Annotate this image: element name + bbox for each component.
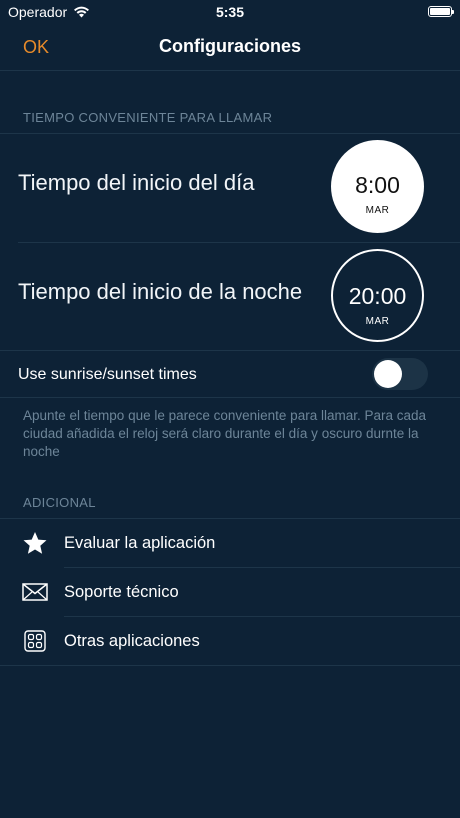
day-start-time: 8:00 [355, 172, 400, 198]
divider [0, 350, 460, 351]
divider [0, 133, 460, 134]
status-bar: Operador 5:35 [0, 0, 460, 24]
toggle-knob [374, 360, 402, 388]
night-start-label: Tiempo del inicio de la noche [18, 279, 303, 304]
explanation-text: Apunte el tiempo que le parece convenien… [23, 408, 427, 459]
day-start-label: Tiempo del inicio del día [18, 170, 255, 195]
menu-item-other-apps[interactable]: Otras aplicaciones [0, 617, 460, 665]
day-start-weekday: MAR [365, 205, 390, 216]
day-start-clock-button[interactable]: 8:00 MAR [331, 140, 424, 233]
divider [18, 242, 460, 243]
star-icon [23, 532, 47, 554]
menu-item-support[interactable]: Soporte técnico [0, 568, 460, 616]
night-start-time: 20:00 [348, 283, 407, 309]
menu-item-rate-app[interactable]: Evaluar la aplicación [0, 519, 460, 567]
divider [0, 397, 460, 398]
menu-item-label: Otras aplicaciones [64, 632, 200, 650]
section-header-convenient-time: TIEMPO CONVENIENTE PARA LLAMAR [23, 110, 273, 125]
night-start-clock-button[interactable]: 20:00 MAR [331, 249, 424, 342]
menu-item-label: Soporte técnico [64, 583, 179, 601]
night-start-weekday: MAR [365, 316, 390, 327]
sunrise-sunset-toggle[interactable] [372, 358, 428, 390]
page-title: Configuraciones [158, 36, 301, 56]
section-header-additional: ADICIONAL [23, 495, 96, 510]
status-time: 5:35 [215, 4, 245, 20]
sunrise-sunset-label: Use sunrise/sunset times [18, 366, 197, 383]
battery-icon [428, 6, 454, 17]
apps-grid-icon [24, 630, 46, 652]
menu-item-label: Evaluar la aplicación [64, 534, 216, 552]
envelope-icon [22, 583, 48, 601]
navigation-bar: OK Configuraciones [0, 24, 460, 71]
divider [0, 665, 460, 666]
